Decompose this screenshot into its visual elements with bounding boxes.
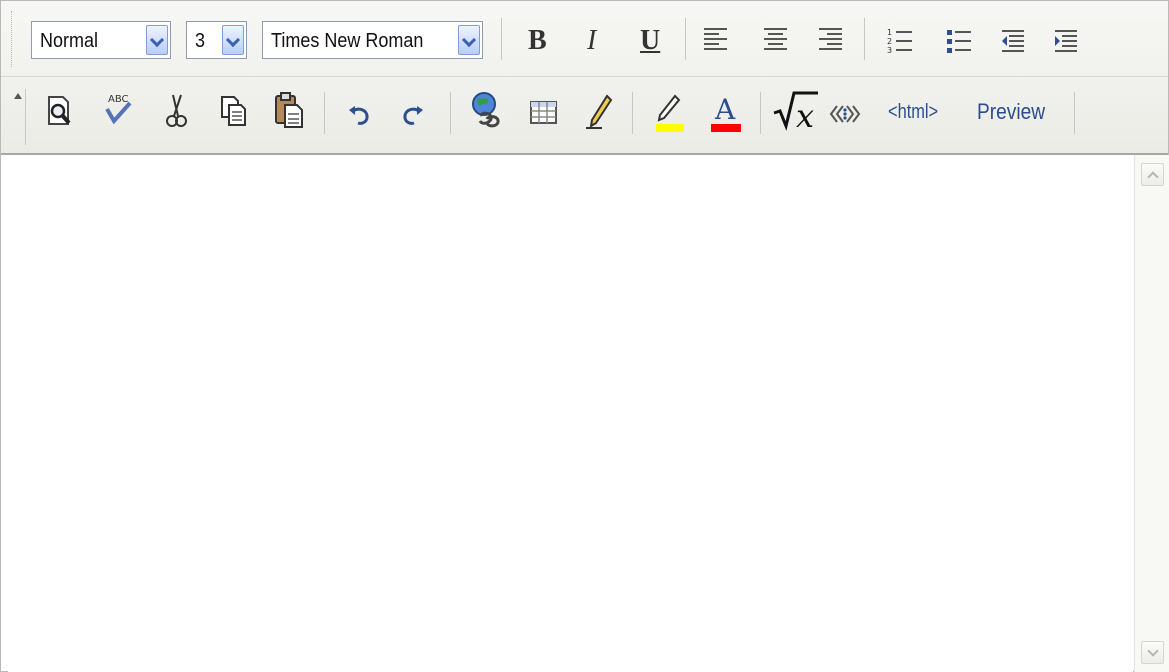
- font-family-select-value: Times New Roman: [271, 30, 424, 52]
- format-select[interactable]: Normal: [31, 21, 171, 59]
- editor-toolbar: Normal 3 Times New Roman B I U 1 2 3 ABC…: [1, 1, 1168, 155]
- svg-text:x: x: [796, 97, 814, 134]
- font-color-icon: A: [711, 93, 741, 132]
- chevron-down-icon[interactable]: [222, 25, 244, 55]
- svg-text:ABC: ABC: [108, 94, 129, 105]
- underline-icon: U: [640, 25, 661, 56]
- preview-button[interactable]: Preview: [977, 99, 1065, 133]
- paste-icon: [275, 92, 303, 128]
- code-button[interactable]: [828, 100, 862, 130]
- ordered-list-icon: 1 2 3: [887, 28, 912, 55]
- collapse-toolbar-icon[interactable]: [14, 93, 22, 99]
- spell-check-icon: ABC: [105, 94, 132, 125]
- unordered-list-icon: [947, 29, 971, 53]
- font-color-button[interactable]: A: [705, 90, 745, 136]
- undo-button[interactable]: [343, 101, 375, 131]
- ordered-list-button[interactable]: 1 2 3: [883, 25, 917, 59]
- highlight-color-button[interactable]: [649, 90, 689, 136]
- bold-button[interactable]: B: [521, 23, 557, 59]
- toolbar-separator: [450, 92, 451, 134]
- outdent-button[interactable]: [996, 25, 1030, 59]
- insert-table-button[interactable]: [528, 98, 560, 130]
- pencil-button[interactable]: [581, 92, 615, 134]
- outdent-icon: [1002, 29, 1024, 52]
- copy-button[interactable]: [216, 92, 250, 132]
- redo-icon: [403, 106, 423, 125]
- chevron-down-icon[interactable]: [458, 25, 480, 55]
- globe-link-icon: [472, 92, 500, 128]
- toolbar-separator: [1074, 92, 1075, 134]
- svg-text:A: A: [714, 93, 736, 126]
- code-icon: [829, 104, 861, 123]
- svg-text:3: 3: [887, 46, 892, 55]
- svg-text:2: 2: [887, 37, 892, 46]
- redo-button[interactable]: [397, 101, 429, 131]
- bold-icon: B: [528, 25, 547, 56]
- toolbar-separator: [760, 92, 761, 134]
- paste-button[interactable]: [271, 90, 307, 132]
- align-left-button[interactable]: [701, 25, 733, 57]
- toolbar-separator: [632, 92, 633, 134]
- align-center-button[interactable]: [761, 25, 793, 57]
- indent-icon: [1055, 29, 1077, 52]
- highlight-icon: [656, 94, 684, 132]
- print-preview-button[interactable]: [41, 93, 77, 131]
- cut-button[interactable]: [159, 91, 193, 133]
- scroll-up-icon[interactable]: [1141, 163, 1164, 186]
- toolbar-row-handle: [11, 11, 22, 67]
- toolbar-row-format: Normal 3 Times New Roman B I U 1 2 3: [1, 1, 1168, 77]
- font-family-select[interactable]: Times New Roman: [262, 21, 483, 59]
- align-right-icon: [816, 25, 842, 50]
- pencil-icon: [586, 94, 613, 129]
- italic-icon: I: [587, 25, 597, 56]
- font-size-select-value: 3: [195, 30, 206, 52]
- html-source-button[interactable]: <html>: [888, 101, 964, 131]
- undo-icon: [349, 106, 369, 125]
- font-size-select[interactable]: 3: [186, 21, 247, 59]
- italic-button[interactable]: I: [579, 23, 615, 59]
- insert-formula-button[interactable]: x: [772, 88, 820, 135]
- cut-icon: [166, 94, 187, 127]
- scroll-down-icon[interactable]: [1141, 641, 1164, 664]
- editor-content-area[interactable]: [8, 155, 1133, 672]
- chevron-down-icon[interactable]: [146, 25, 168, 55]
- toolbar-row-tools: ABC A x <html> Preview: [1, 77, 1168, 153]
- copy-icon: [221, 95, 246, 126]
- html-source-label: <html>: [888, 101, 939, 123]
- formula-icon: x: [773, 91, 818, 135]
- vertical-scrollbar[interactable]: [1134, 155, 1169, 672]
- align-right-button[interactable]: [816, 25, 848, 57]
- align-left-icon: [701, 25, 727, 50]
- align-center-icon: [761, 25, 787, 50]
- rich-text-editor: Normal 3 Times New Roman B I U 1 2 3 ABC…: [0, 0, 1169, 672]
- toolbar-separator: [864, 18, 865, 60]
- insert-link-button[interactable]: [467, 90, 505, 134]
- print-preview-icon: [48, 95, 71, 125]
- spell-check-button[interactable]: ABC: [101, 91, 135, 131]
- svg-text:1: 1: [887, 28, 892, 37]
- toolbar-separator: [685, 18, 686, 60]
- toolbar-separator: [501, 18, 502, 60]
- table-icon: [530, 100, 557, 124]
- indent-button[interactable]: [1049, 25, 1083, 59]
- preview-label: Preview: [977, 99, 1046, 124]
- toolbar-separator: [324, 92, 325, 134]
- format-select-value: Normal: [40, 30, 99, 52]
- underline-button[interactable]: U: [633, 23, 669, 59]
- unordered-list-button[interactable]: [942, 25, 976, 59]
